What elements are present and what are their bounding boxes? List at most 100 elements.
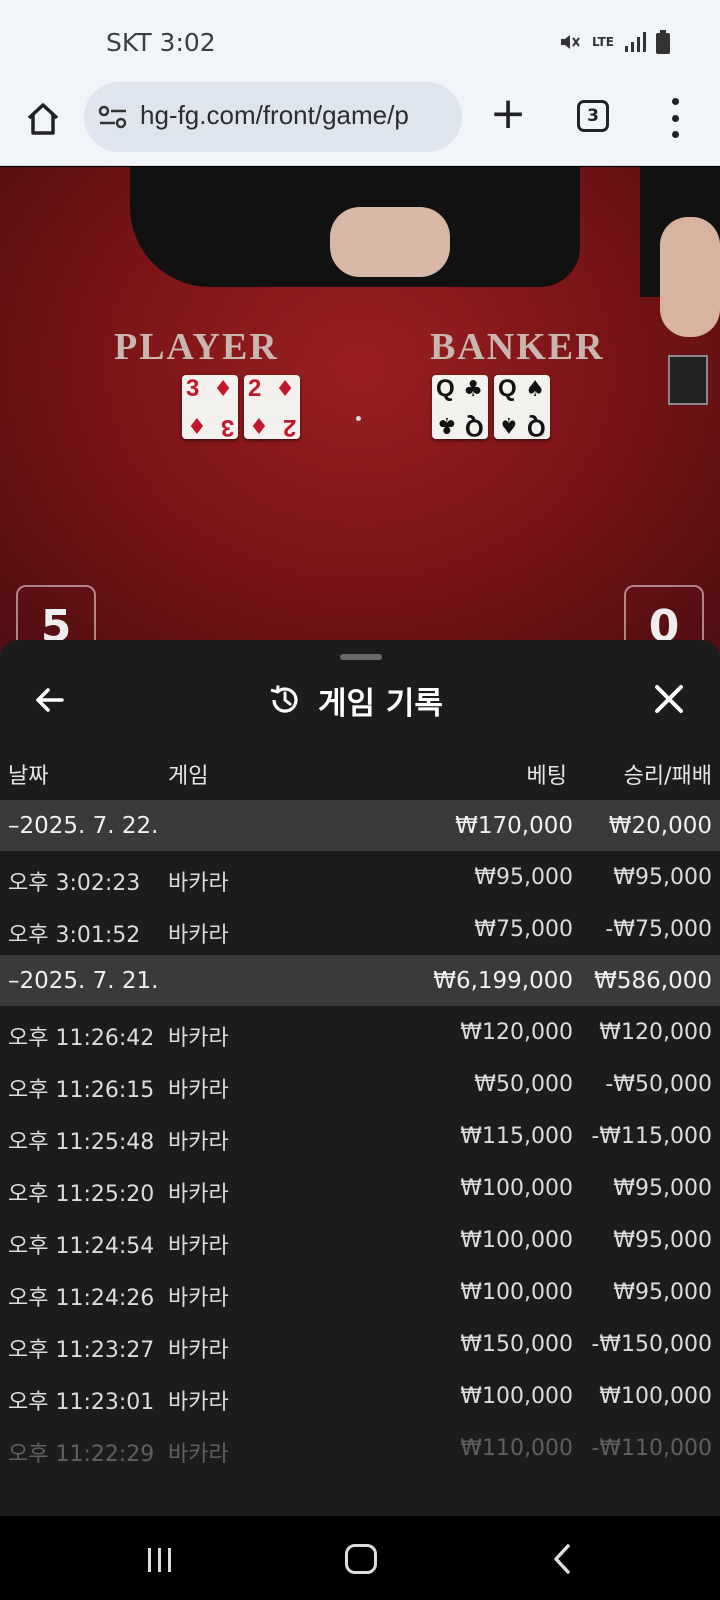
row-result: ₩100,000 bbox=[599, 1384, 712, 1409]
spade-icon: ♠ bbox=[525, 377, 545, 402]
row-bet: ₩50,000 bbox=[474, 1072, 573, 1097]
site-settings-icon[interactable] bbox=[98, 104, 128, 130]
date-group-row[interactable]: –2025. 7. 21. ₩6,199,000 ₩586,000 bbox=[0, 955, 720, 1006]
club-icon: ♣ bbox=[463, 377, 483, 402]
row-result: -₩75,000 bbox=[605, 917, 712, 942]
status-icons: LTE bbox=[558, 30, 670, 54]
home-icon[interactable] bbox=[345, 1544, 377, 1574]
table-header: 날짜 게임 베팅 승리/패배 bbox=[0, 758, 720, 798]
history-list: –2025. 7. 22. ₩170,000 ₩20,000 오후 3:02:23 바카… bbox=[0, 800, 720, 1474]
row-bet: ₩100,000 bbox=[460, 1176, 573, 1201]
row-date: 오후 11:22:29 bbox=[8, 1442, 155, 1467]
history-row: 오후 3:01:52 바카라 ₩75,000 -₩75,000 bbox=[0, 903, 720, 955]
url-text: hg-fg.com/front/game/p bbox=[140, 100, 409, 130]
row-date: 오후 11:23:01 bbox=[8, 1390, 155, 1415]
history-row: 오후 11:23:01 바카라 ₩100,000 ₩100,000 bbox=[0, 1370, 720, 1422]
column-bet: 베팅 bbox=[526, 764, 567, 789]
address-bar[interactable]: hg-fg.com/front/game/p bbox=[84, 82, 462, 152]
panel-title-text: 게임 기록 bbox=[318, 685, 443, 722]
history-row: 오후 11:23:27 바카라 ₩150,000 -₩150,000 bbox=[0, 1318, 720, 1370]
card-rank-inverted: Q bbox=[465, 414, 484, 441]
history-icon bbox=[270, 685, 298, 713]
row-date: 오후 11:25:20 bbox=[8, 1182, 155, 1207]
diamond-icon: ♦ bbox=[213, 377, 233, 402]
player-card-2: 2 ♦ 2 ♦ bbox=[244, 375, 300, 441]
column-game: 게임 bbox=[168, 764, 209, 789]
dealer-hand bbox=[330, 207, 450, 277]
row-bet: ₩120,000 bbox=[460, 1020, 573, 1045]
card-rank: Q bbox=[436, 375, 455, 402]
row-bet: ₩110,000 bbox=[460, 1436, 573, 1461]
row-bet: ₩100,000 bbox=[460, 1228, 573, 1253]
row-result: ₩95,000 bbox=[613, 1280, 712, 1305]
menu-dot bbox=[671, 114, 679, 122]
browser-menu-button[interactable] bbox=[660, 98, 690, 138]
tab-count: 3 bbox=[587, 106, 599, 126]
row-result: -₩50,000 bbox=[605, 1072, 712, 1097]
history-row: 오후 11:26:15 바카라 ₩50,000 -₩50,000 bbox=[0, 1058, 720, 1110]
row-result: ₩120,000 bbox=[599, 1020, 712, 1045]
row-result: -₩110,000 bbox=[591, 1436, 712, 1461]
history-row: 오후 11:25:48 바카라 ₩115,000 -₩115,000 bbox=[0, 1110, 720, 1162]
row-game: 바카라 bbox=[168, 1390, 229, 1415]
row-result: ₩586,000 bbox=[594, 968, 712, 994]
player-label: PLAYER bbox=[114, 326, 279, 368]
dealer-hand-right bbox=[660, 217, 720, 337]
card-rank: Q bbox=[498, 375, 517, 402]
row-date: 오후 11:26:15 bbox=[8, 1078, 155, 1103]
column-date: 날짜 bbox=[8, 764, 49, 789]
row-bet: ₩170,000 bbox=[455, 813, 573, 839]
row-game: 바카라 bbox=[168, 1442, 229, 1467]
row-date: 오후 11:24:54 bbox=[8, 1234, 155, 1259]
history-row: 오후 11:26:42 바카라 ₩120,000 ₩120,000 bbox=[0, 1006, 720, 1058]
banker-card-2: Q ♠ Q ♠ bbox=[494, 375, 550, 441]
lte-label: LTE bbox=[591, 35, 614, 49]
row-bet: ₩100,000 bbox=[460, 1384, 573, 1409]
close-icon bbox=[655, 685, 683, 713]
spade-icon: ♠ bbox=[499, 412, 519, 437]
back-icon[interactable] bbox=[552, 1544, 572, 1574]
card-rank: 3 bbox=[186, 375, 200, 402]
card-rank-inverted: 2 bbox=[282, 414, 296, 441]
row-game: 바카라 bbox=[168, 1130, 229, 1155]
history-row: 오후 3:02:23 바카라 ₩95,000 ₩95,000 bbox=[0, 851, 720, 903]
system-nav-bar bbox=[0, 1516, 720, 1600]
back-button[interactable] bbox=[32, 682, 68, 718]
row-game: 바카라 bbox=[168, 1182, 229, 1207]
row-date: 오후 3:01:52 bbox=[8, 923, 141, 948]
history-row: 오후 11:24:26 바카라 ₩100,000 ₩95,000 bbox=[0, 1266, 720, 1318]
card-rank: 2 bbox=[248, 375, 262, 402]
browser-home-button[interactable] bbox=[20, 96, 66, 142]
row-game: 바카라 bbox=[168, 923, 229, 948]
row-date: 오후 3:02:23 bbox=[8, 871, 141, 896]
tab-switcher-button[interactable]: 3 bbox=[577, 100, 609, 132]
column-result: 승리/패배 bbox=[623, 764, 712, 789]
row-result: ₩20,000 bbox=[608, 813, 712, 839]
row-result: ₩95,000 bbox=[613, 1228, 712, 1253]
status-bar: SKT 3:02 LTE bbox=[0, 0, 720, 80]
table-dot bbox=[356, 416, 361, 421]
close-button[interactable] bbox=[652, 682, 686, 716]
history-row: 오후 11:24:54 바카라 ₩100,000 ₩95,000 bbox=[0, 1214, 720, 1266]
browser-toolbar: hg-fg.com/front/game/p + 3 bbox=[0, 80, 720, 166]
arrow-left-icon bbox=[36, 688, 64, 712]
recents-icon[interactable] bbox=[146, 1546, 174, 1574]
row-game: 바카라 bbox=[168, 1026, 229, 1051]
banker-label: BANKER bbox=[430, 326, 605, 368]
date-group-row[interactable]: –2025. 7. 22. ₩170,000 ₩20,000 bbox=[0, 800, 720, 851]
banker-card-1: Q ♣ Q ♣ bbox=[432, 375, 488, 441]
row-date: –2025. 7. 21. bbox=[8, 968, 159, 994]
row-bet: ₩115,000 bbox=[460, 1124, 573, 1149]
row-bet: ₩150,000 bbox=[460, 1332, 573, 1357]
drag-handle[interactable] bbox=[340, 654, 382, 660]
game-video: PLAYER BANKER 3 ♦ 3 ♦ 2 ♦ 2 ♦ Q ♣ Q ♣ Q … bbox=[0, 167, 720, 667]
row-game: 바카라 bbox=[168, 871, 229, 896]
row-result: -₩115,000 bbox=[591, 1124, 712, 1149]
status-time: SKT 3:02 bbox=[106, 28, 216, 57]
row-game: 바카라 bbox=[168, 1078, 229, 1103]
game-history-panel: 게임 기록 날짜 게임 베팅 승리/패배 –2025. 7. 22. ₩170,0… bbox=[0, 640, 720, 1516]
new-tab-button[interactable]: + bbox=[488, 92, 528, 142]
history-row: 오후 11:22:29 바카라 ₩110,000 -₩110,000 bbox=[0, 1422, 720, 1474]
row-game: 바카라 bbox=[168, 1338, 229, 1363]
row-date: –2025. 7. 22. bbox=[8, 813, 159, 839]
